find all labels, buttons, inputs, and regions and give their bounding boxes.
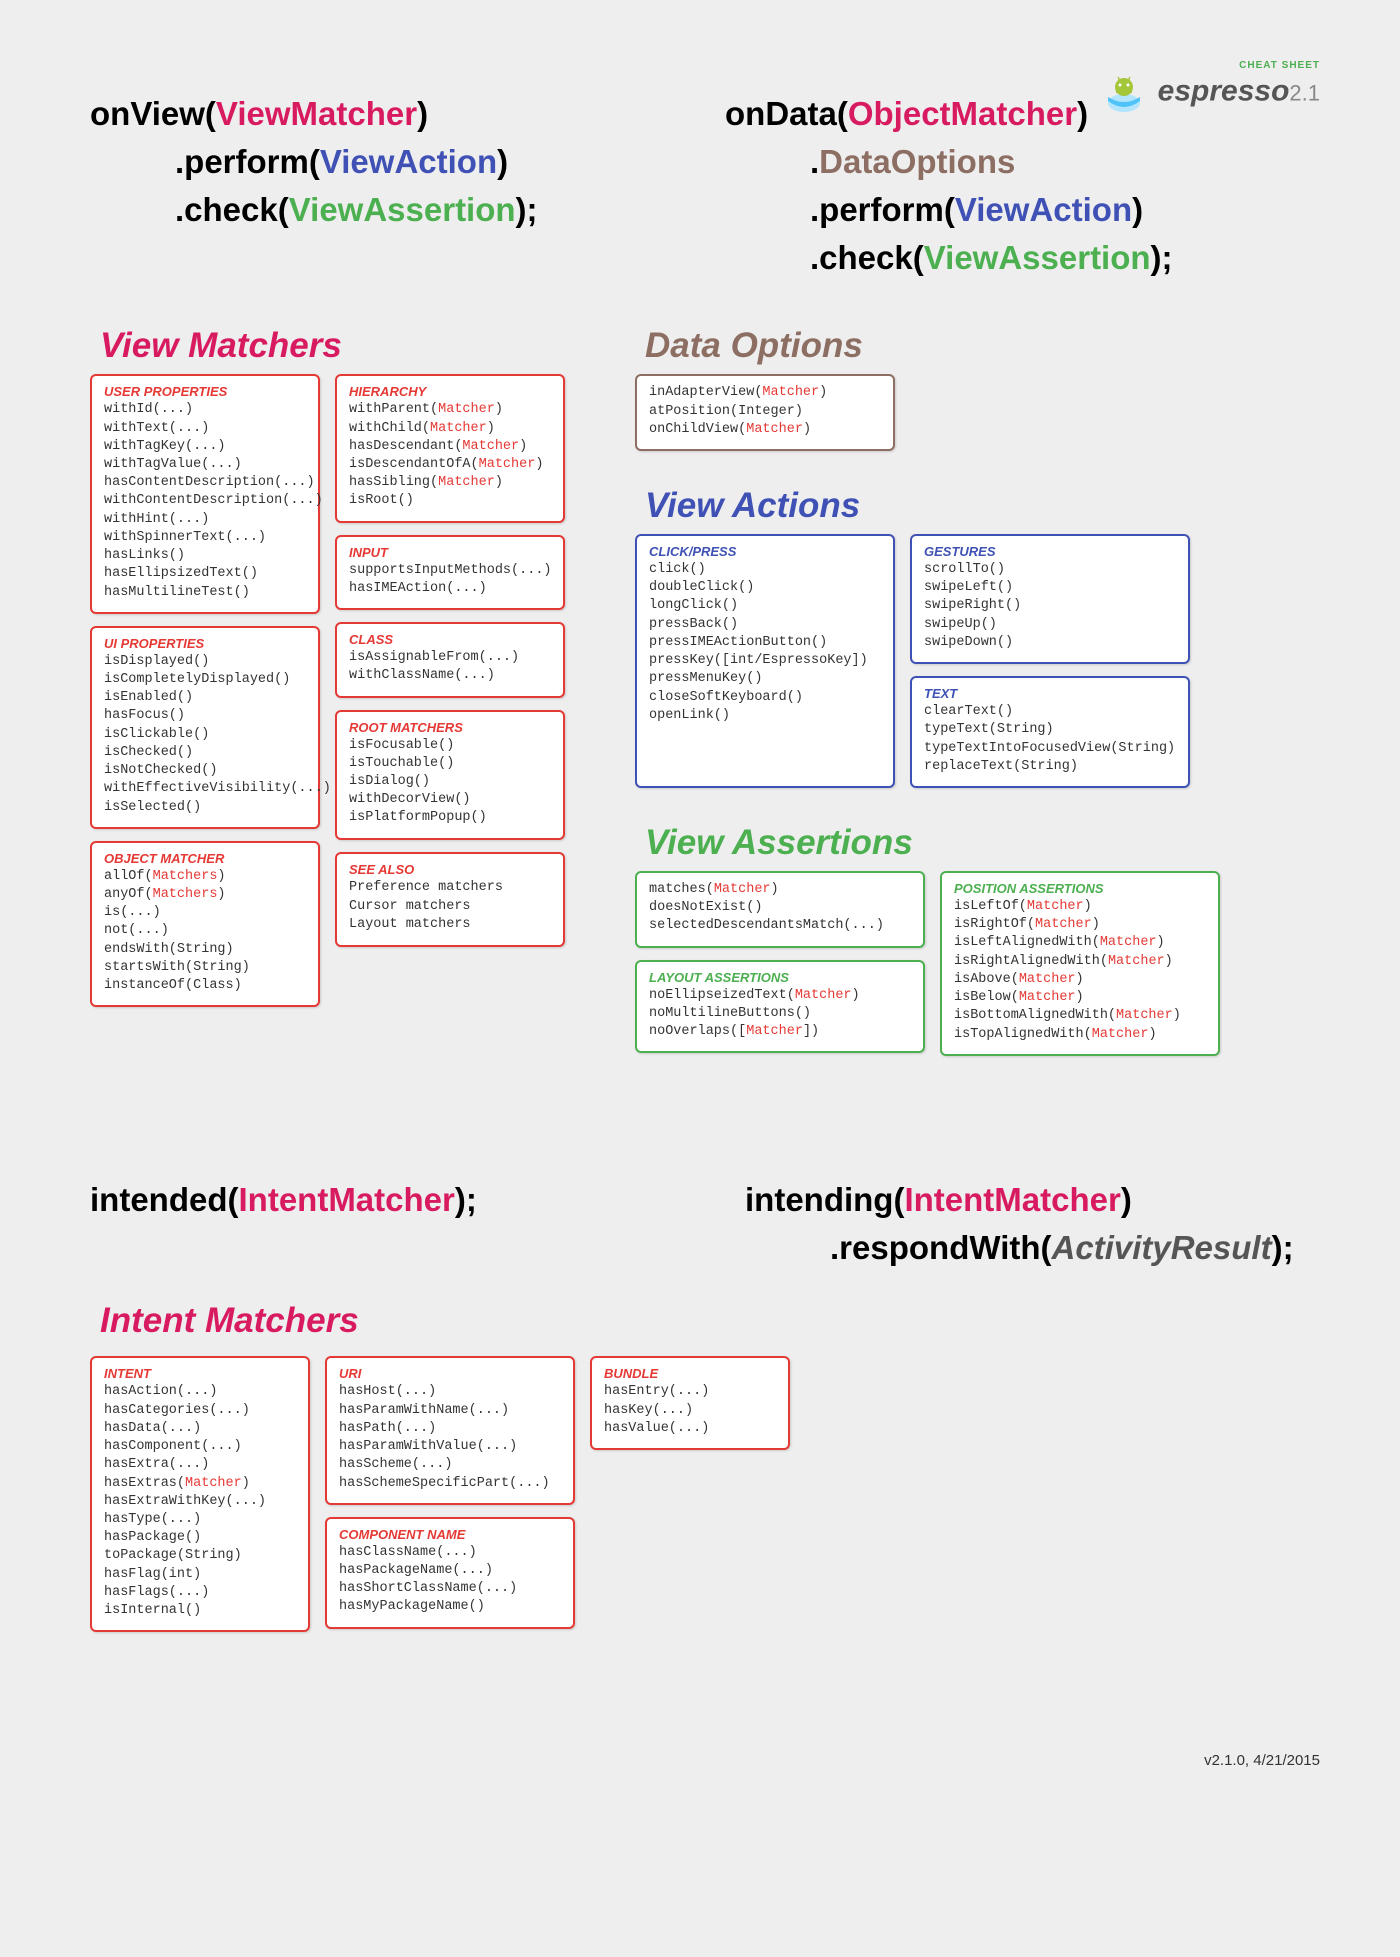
data-options-card: inAdapterView(Matcher)atPosition(Integer… (635, 374, 895, 451)
intended-signature: intended(IntentMatcher); (90, 1176, 665, 1272)
onview-arg: ViewMatcher (216, 95, 417, 132)
card-title: SEE ALSO (349, 862, 551, 877)
intent-section: intended(IntentMatcher); intending(Inten… (90, 1176, 1320, 1633)
version-text: 2.1 (1289, 81, 1320, 106)
card-body: matches(Matcher)doesNotExist()selectedDe… (649, 881, 911, 936)
card-title: BUNDLE (604, 1366, 776, 1381)
intent-card: INTENT hasAction(...)hasCategories(...)h… (90, 1356, 310, 1632)
card-body: clearText()typeText(String)typeTextIntoF… (924, 703, 1176, 776)
click-press-card: CLICK/PRESS click()doubleClick()longClic… (635, 534, 895, 788)
card-body: isFocusable()isTouchable()isDialog()with… (349, 737, 551, 828)
view-actions-title: View Actions (645, 486, 1320, 526)
class-card: CLASS isAssignableFrom(...)withClassName… (335, 622, 565, 697)
user-properties-card: USER PROPERTIES withId(...)withText(...)… (90, 374, 320, 613)
onview-fn: onView (90, 95, 205, 132)
text-card: TEXT clearText()typeText(String)typeText… (910, 676, 1190, 788)
card-body: withParent(Matcher)withChild(Matcher)has… (349, 401, 551, 510)
intended-fn: intended (90, 1181, 228, 1218)
card-body: hasEntry(...)hasKey(...)hasValue(...) (604, 1383, 776, 1438)
position-assertions-card: POSITION ASSERTIONS isLeftOf(Matcher)isR… (940, 871, 1220, 1056)
ondata-perform: .perform( (810, 191, 955, 228)
view-matchers-title: View Matchers (100, 326, 565, 366)
component-name-card: COMPONENT NAME hasClassName(...)hasPacka… (325, 1517, 575, 1629)
card-body: hasClassName(...)hasPackageName(...)hasS… (339, 1544, 561, 1617)
card-title: GESTURES (924, 544, 1176, 559)
onview-check: .check( (175, 191, 289, 228)
card-body: allOf(Matchers)anyOf(Matchers)is(...)not… (104, 868, 306, 996)
layout-assertions-card: LAYOUT ASSERTIONS noEllipseizedText(Matc… (635, 960, 925, 1054)
hierarchy-card: HIERARCHY withParent(Matcher)withChild(M… (335, 374, 565, 522)
card-body: inAdapterView(Matcher)atPosition(Integer… (649, 384, 881, 439)
card-title: LAYOUT ASSERTIONS (649, 970, 911, 985)
card-title: USER PROPERTIES (104, 384, 306, 399)
card-title: HIERARCHY (349, 384, 551, 399)
card-title: URI (339, 1366, 561, 1381)
logo: CHEAT SHEET espresso2.1 (1103, 60, 1320, 120)
ui-properties-card: UI PROPERTIES isDisplayed()isCompletelyD… (90, 626, 320, 829)
card-body: Preference matchersCursor matchersLayout… (349, 879, 551, 936)
card-title: CLICK/PRESS (649, 544, 881, 559)
signature-row: onView(ViewMatcher) .perform(ViewAction)… (90, 90, 1320, 281)
card-body: scrollTo()swipeLeft()swipeRight()swipeUp… (924, 561, 1176, 652)
cheat-sheet-label: CHEAT SHEET (1103, 60, 1320, 71)
intent-matchers-title: Intent Matchers (100, 1301, 1320, 1341)
ondata-dataoptions: DataOptions (819, 143, 1015, 180)
espresso-icon (1103, 73, 1145, 120)
card-body: isDisplayed()isCompletelyDisplayed()isEn… (104, 653, 306, 817)
card-title: TEXT (924, 686, 1176, 701)
activity-result: ActivityResult (1052, 1229, 1272, 1266)
root-matchers-card: ROOT MATCHERS isFocusable()isTouchable()… (335, 710, 565, 840)
bundle-card: BUNDLE hasEntry(...)hasKey(...)hasValue(… (590, 1356, 790, 1450)
view-matchers-section: View Matchers USER PROPERTIES withId(...… (90, 326, 565, 1055)
ondata-fn: onData (725, 95, 837, 132)
ondata-arg: ObjectMatcher (848, 95, 1077, 132)
card-body: isLeftOf(Matcher)isRightOf(Matcher)isLef… (954, 898, 1206, 1044)
data-options-section: Data Options inAdapterView(Matcher)atPos… (635, 326, 1320, 451)
onview-signature: onView(ViewMatcher) .perform(ViewAction)… (90, 90, 685, 234)
onview-perform: .perform( (175, 143, 320, 180)
intending-fn: intending (745, 1181, 893, 1218)
footer-version: v2.1.0, 4/21/2015 (90, 1752, 1320, 1769)
espresso-text: espresso (1158, 75, 1290, 108)
view-assertions-title: View Assertions (645, 823, 1320, 863)
card-body: noEllipseizedText(Matcher)noMultilineBut… (649, 987, 911, 1042)
card-body: click()doubleClick()longClick()pressBack… (649, 561, 881, 725)
card-body: hasHost(...)hasParamWithName(...)hasPath… (339, 1383, 561, 1492)
object-matcher-card: OBJECT MATCHER allOf(Matchers)anyOf(Matc… (90, 841, 320, 1008)
see-also-card: SEE ALSO Preference matchersCursor match… (335, 852, 565, 948)
input-card: INPUT supportsInputMethods(...)hasIMEAct… (335, 535, 565, 610)
uri-card: URI hasHost(...)hasParamWithName(...)has… (325, 1356, 575, 1504)
card-title: INPUT (349, 545, 551, 560)
card-body: supportsInputMethods(...)hasIMEAction(..… (349, 562, 551, 598)
intending-signature: intending(IntentMatcher) .respondWith(Ac… (745, 1176, 1320, 1272)
card-body: withId(...)withText(...)withTagKey(...)w… (104, 401, 306, 601)
card-title: POSITION ASSERTIONS (954, 881, 1206, 896)
card-title: COMPONENT NAME (339, 1527, 561, 1542)
ondata-check: .check( (810, 239, 924, 276)
card-title: CLASS (349, 632, 551, 647)
card-title: ROOT MATCHERS (349, 720, 551, 735)
gestures-card: GESTURES scrollTo()swipeLeft()swipeRight… (910, 534, 1190, 664)
view-assertions-section: View Assertions matches(Matcher)doesNotE… (635, 823, 1320, 1056)
view-actions-section: View Actions CLICK/PRESS click()doubleCl… (635, 486, 1320, 788)
main-content: View Matchers USER PROPERTIES withId(...… (90, 326, 1320, 1055)
card-title: UI PROPERTIES (104, 636, 306, 651)
card-body: isAssignableFrom(...)withClassName(...) (349, 649, 551, 685)
data-options-title: Data Options (645, 326, 1320, 366)
card-title: OBJECT MATCHER (104, 851, 306, 866)
card-body: hasAction(...)hasCategories(...)hasData(… (104, 1383, 296, 1620)
card-title: INTENT (104, 1366, 296, 1381)
assertions-main-card: matches(Matcher)doesNotExist()selectedDe… (635, 871, 925, 948)
